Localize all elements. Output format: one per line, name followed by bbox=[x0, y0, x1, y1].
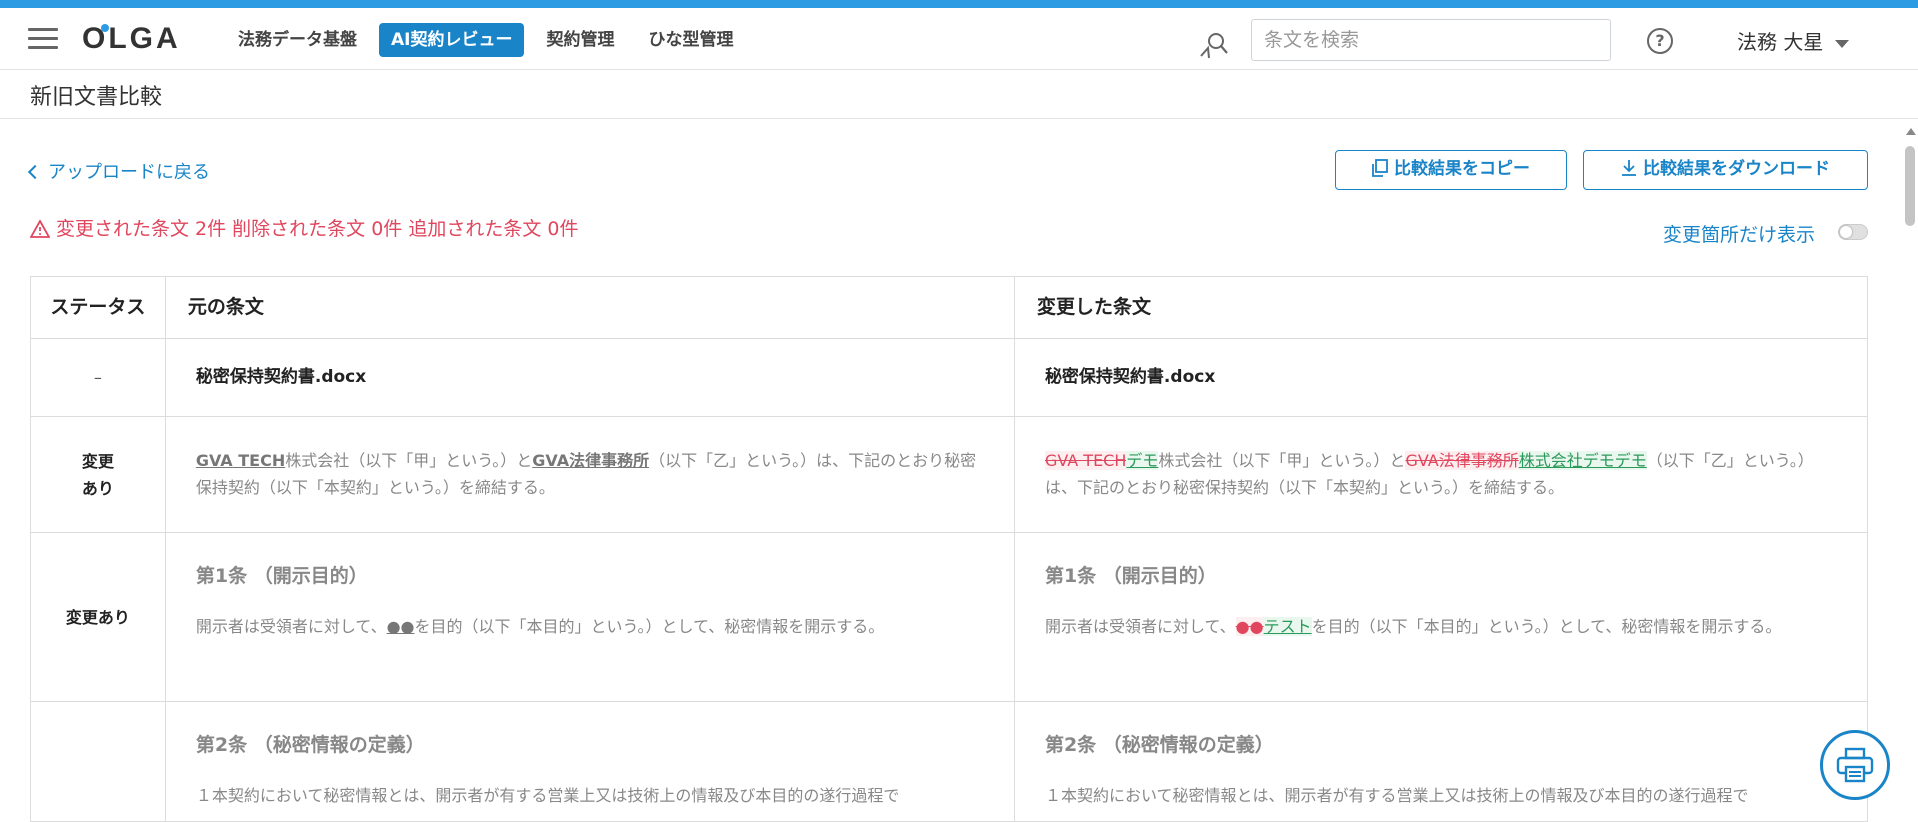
nav-ai-review[interactable]: AI契約レビュー bbox=[379, 23, 525, 57]
table-row: 変更あり GVA TECH株式会社（以下「甲」という。）とGVA法律事務所（以下… bbox=[31, 417, 1867, 533]
page-title: 新旧文書比較 bbox=[30, 85, 163, 110]
table-row: 第2条 （秘密情報の定義） １本契約において秘密情報とは、開示者が有する営業上又… bbox=[31, 702, 1867, 822]
caret-down-icon bbox=[1835, 39, 1850, 48]
inserted-text: デモ bbox=[1126, 451, 1159, 470]
new-text: を目的（以下「本目的」という。）として、秘密情報を開示する。 bbox=[1311, 617, 1782, 636]
menu-icon[interactable] bbox=[28, 28, 58, 52]
status-cell: 変更あり bbox=[31, 417, 166, 532]
warning-text: 変更された条文 2件 削除された条文 0件 追加された条文 0件 bbox=[56, 218, 579, 240]
change-summary-warning: 変更された条文 2件 削除された条文 0件 追加された条文 0件 bbox=[29, 214, 579, 241]
orig-text: を目的（以下「本目的」という。）として、秘密情報を開示する。 bbox=[414, 617, 885, 636]
original-clause: 第1条 （開示目的） 開示者は受領者に対して、●●を目的（以下「本目的」という。… bbox=[166, 533, 1015, 701]
top-accent-bar bbox=[0, 0, 1918, 8]
article-title: 第2条 （秘密情報の定義） bbox=[1044, 734, 1274, 756]
warning-icon bbox=[29, 219, 51, 238]
scroll-up-icon[interactable] bbox=[1906, 128, 1916, 135]
help-icon[interactable]: ? bbox=[1647, 28, 1673, 54]
original-clause: 第2条 （秘密情報の定義） １本契約において秘密情報とは、開示者が有する営業上又… bbox=[166, 702, 1015, 821]
status-cell bbox=[31, 702, 166, 821]
orig-text: 開示者は受領者に対して、 bbox=[195, 617, 387, 636]
user-name: 法務 大星 bbox=[1737, 30, 1824, 54]
new-text: 開示者は受領者に対して、 bbox=[1044, 617, 1236, 636]
changed-clause: 第2条 （秘密情報の定義） １本契約において秘密情報とは、開示者が有する営業上又… bbox=[1015, 702, 1867, 821]
deleted-text: GVA法律事務所 bbox=[1405, 451, 1519, 470]
search-person-icon[interactable] bbox=[1198, 30, 1230, 60]
show-changes-only-toggle[interactable] bbox=[1838, 224, 1868, 240]
orig-placeholder: ●● bbox=[386, 617, 415, 636]
table-row: – 秘密保持契約書.docx 秘密保持契約書.docx bbox=[31, 339, 1867, 417]
olga-logo[interactable]: OLGA bbox=[82, 22, 181, 56]
inserted-text: テスト bbox=[1263, 617, 1312, 636]
back-link-label: アップロードに戻る bbox=[48, 162, 210, 183]
header-original: 元の条文 bbox=[166, 277, 1015, 338]
printer-icon bbox=[1836, 747, 1874, 783]
download-result-button[interactable]: 比較結果をダウンロード bbox=[1583, 150, 1868, 190]
nav-legal-data[interactable]: 法務データ基盤 bbox=[226, 23, 369, 57]
changed-file-name: 秘密保持契約書.docx bbox=[1044, 367, 1216, 387]
orig-party-a: GVA TECH bbox=[195, 451, 286, 470]
table-row: 変更あり 第1条 （開示目的） 開示者は受領者に対して、●●を目的（以下「本目的… bbox=[31, 533, 1867, 702]
comparison-table: ステータス 元の条文 変更した条文 – 秘密保持契約書.docx 秘密保持契約書… bbox=[30, 276, 1868, 822]
copy-button-label: 比較結果をコピー bbox=[1394, 159, 1530, 179]
app-header: OLGA 法務データ基盤 AI契約レビュー 契約管理 ひな型管理 ? 法務 大星 bbox=[0, 8, 1918, 70]
changed-clause: 第1条 （開示目的） 開示者は受領者に対して、●●テストを目的（以下「本目的」と… bbox=[1015, 533, 1867, 701]
user-menu[interactable]: 法務 大星 bbox=[1737, 26, 1850, 55]
nav-template-management[interactable]: ひな型管理 bbox=[636, 23, 745, 57]
article-title: 第1条 （開示目的） bbox=[195, 565, 368, 587]
orig-text: １本契約において秘密情報とは、開示者が有する営業上又は技術上の情報及び本目的の遂… bbox=[195, 786, 900, 805]
vertical-scrollbar[interactable] bbox=[1903, 120, 1918, 806]
orig-party-b: GVA法律事務所 bbox=[532, 451, 650, 470]
new-text: 株式会社（以下「甲」という。）と bbox=[1158, 451, 1406, 470]
deleted-text: GVA TECH bbox=[1044, 451, 1127, 470]
status-cell: – bbox=[31, 339, 166, 416]
scroll-thumb[interactable] bbox=[1905, 146, 1915, 226]
status-cell: 変更あり bbox=[31, 533, 166, 701]
download-icon bbox=[1622, 160, 1636, 176]
changed-clause: GVA TECHデモ株式会社（以下「甲」という。）とGVA法律事務所株式会社デモ… bbox=[1015, 417, 1867, 532]
header-changed: 変更した条文 bbox=[1036, 296, 1151, 318]
orig-text: 株式会社（以下「甲」という。）と bbox=[285, 451, 533, 470]
copy-result-button[interactable]: 比較結果をコピー bbox=[1335, 150, 1567, 190]
table-header-row: ステータス 元の条文 変更した条文 bbox=[31, 277, 1867, 339]
download-button-label: 比較結果をダウンロード bbox=[1643, 159, 1830, 179]
page-title-bar: 新旧文書比較 bbox=[0, 71, 1918, 119]
chevron-left-icon bbox=[27, 164, 43, 180]
search-input[interactable] bbox=[1251, 19, 1611, 61]
show-changes-only-label[interactable]: 変更箇所だけ表示 bbox=[1663, 220, 1815, 247]
article-title: 第2条 （秘密情報の定義） bbox=[195, 734, 425, 756]
print-button[interactable] bbox=[1820, 730, 1890, 800]
nav-contract-management[interactable]: 契約管理 bbox=[534, 23, 626, 57]
original-file-name: 秘密保持契約書.docx bbox=[166, 339, 1015, 416]
inserted-text: 株式会社デモデモ bbox=[1518, 451, 1647, 470]
header-status: ステータス bbox=[31, 277, 166, 338]
deleted-text: ●● bbox=[1235, 617, 1264, 636]
copy-icon bbox=[1372, 159, 1388, 177]
original-clause: GVA TECH株式会社（以下「甲」という。）とGVA法律事務所（以下「乙」とい… bbox=[166, 417, 1015, 532]
main-nav: 法務データ基盤 AI契約レビュー 契約管理 ひな型管理 bbox=[226, 23, 745, 57]
new-text: １本契約において秘密情報とは、開示者が有する営業上又は技術上の情報及び本目的の遂… bbox=[1044, 786, 1749, 805]
back-to-upload-link[interactable]: アップロードに戻る bbox=[27, 158, 210, 184]
status-changed: 変更あり bbox=[81, 451, 114, 498]
article-title: 第1条 （開示目的） bbox=[1044, 565, 1217, 587]
